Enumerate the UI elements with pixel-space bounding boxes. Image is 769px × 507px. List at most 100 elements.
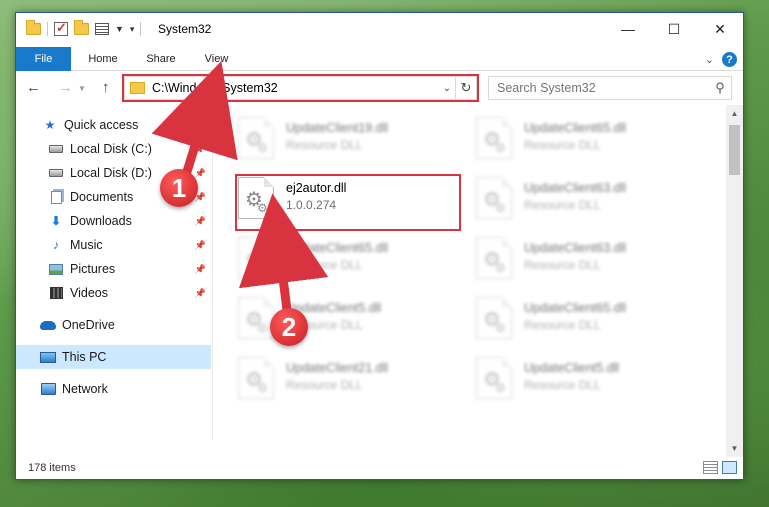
file-name: UpdateClient21.dll bbox=[286, 361, 389, 375]
file-name: UpdateClient63.dll bbox=[524, 181, 627, 195]
pin-icon[interactable]: 📌 bbox=[195, 168, 206, 179]
toolbar-overflow-icon[interactable]: ▾ bbox=[130, 24, 135, 35]
pin-icon[interactable]: 📌 bbox=[195, 264, 206, 275]
item-count: 178 items bbox=[28, 462, 76, 474]
file-item[interactable]: ⚙ ⚙ UpdateClient65.dll Resource DLL bbox=[476, 295, 706, 350]
tab-view[interactable]: View bbox=[194, 47, 239, 71]
dll-file-icon: ⚙ ⚙ bbox=[476, 117, 512, 159]
file-description: Resource DLL bbox=[524, 318, 601, 332]
file-name: UpdateClient65.dll bbox=[524, 121, 627, 135]
sidebar-item-label: Pictures bbox=[70, 262, 116, 276]
sidebar-item-label: Network bbox=[62, 382, 108, 396]
music-icon: ♪ bbox=[53, 238, 59, 252]
drive-icon bbox=[48, 166, 64, 180]
maximize-button[interactable]: ☐ bbox=[651, 13, 697, 45]
toolbar-divider bbox=[140, 22, 142, 36]
customize-toolbar-chevron-icon[interactable]: ▼ bbox=[115, 24, 124, 34]
tab-home[interactable]: Home bbox=[78, 47, 128, 71]
back-arrow-icon[interactable]: ← bbox=[26, 79, 41, 96]
onedrive-icon bbox=[40, 318, 56, 332]
documents-icon bbox=[48, 190, 64, 204]
sidebar-item-videos[interactable]: Videos 📌 bbox=[16, 281, 211, 305]
sidebar-item-label: Downloads bbox=[70, 214, 132, 228]
quick-access-toolbar: ▼ ▾ bbox=[26, 20, 142, 36]
dll-file-icon: ⚙ ⚙ bbox=[238, 117, 274, 159]
window-title: System32 bbox=[158, 22, 212, 36]
search-box[interactable]: ⚲ bbox=[488, 76, 732, 100]
tiles-view-icon[interactable] bbox=[722, 461, 737, 474]
sidebar-item-label: Music bbox=[70, 238, 103, 252]
sidebar-item-local-disk-c[interactable]: Local Disk (C:) 📌 bbox=[16, 137, 211, 161]
pin-icon[interactable]: 📌 bbox=[195, 216, 206, 227]
tab-file[interactable]: File bbox=[16, 47, 71, 71]
this-pc-icon bbox=[40, 350, 56, 364]
sidebar-item-quick-access[interactable]: ★ Quick access bbox=[16, 113, 211, 137]
sidebar-item-label: OneDrive bbox=[62, 318, 115, 332]
downloads-icon: ⬇ bbox=[50, 214, 62, 228]
dll-file-icon: ⚙ ⚙ bbox=[476, 297, 512, 339]
window-controls: — ☐ ✕ bbox=[605, 13, 743, 45]
sidebar-item-label: Documents bbox=[70, 190, 134, 204]
sidebar-item-this-pc[interactable]: This PC bbox=[16, 345, 211, 369]
properties-check-icon[interactable] bbox=[54, 20, 68, 36]
file-name: UpdateClient65.dll bbox=[286, 241, 389, 255]
network-icon bbox=[40, 382, 56, 396]
dll-file-icon: ⚙ ⚙ bbox=[238, 297, 274, 339]
tab-share[interactable]: Share bbox=[136, 47, 186, 71]
properties-list-icon[interactable] bbox=[95, 23, 109, 35]
scrollbar-thumb[interactable] bbox=[729, 125, 740, 175]
sidebar-item-network[interactable]: Network bbox=[16, 377, 211, 401]
sidebar-item-pictures[interactable]: Pictures 📌 bbox=[16, 257, 211, 281]
view-toggle bbox=[703, 461, 737, 474]
close-button[interactable]: ✕ bbox=[697, 13, 743, 45]
scroll-down-arrow-icon[interactable]: ▼ bbox=[726, 440, 743, 457]
file-item[interactable]: ⚙ ⚙ UpdateClient63.dll Resource DLL bbox=[476, 175, 706, 230]
sidebar-item-downloads[interactable]: ⬇ Downloads 📌 bbox=[16, 209, 211, 233]
quick-access-star-icon: ★ bbox=[44, 118, 56, 132]
details-view-icon[interactable] bbox=[703, 461, 718, 474]
sidebar-item-label: Local Disk (C:) bbox=[70, 142, 152, 156]
navigation-bar: ← → ▼ ↑ C:\Windows\System32 ⌄ ↻ ⚲ bbox=[16, 71, 743, 105]
file-item[interactable]: ⚙ ⚙ UpdateClient19.dll Resource DLL bbox=[238, 115, 468, 170]
forward-arrow-icon[interactable]: → bbox=[58, 79, 73, 96]
file-item[interactable]: ⚙ ⚙ UpdateClient65.dll Resource DLL bbox=[238, 235, 468, 290]
file-name: UpdateClient5.dll bbox=[524, 361, 620, 375]
pictures-icon bbox=[48, 262, 64, 276]
file-item[interactable]: ⚙ ⚙ UpdateClient63.dll Resource DLL bbox=[476, 235, 706, 290]
dll-file-icon: ⚙ ⚙ bbox=[238, 237, 274, 279]
file-list: ⚙ ⚙ UpdateClient19.dll Resource DLL ⚙ ⚙ Upd… bbox=[216, 113, 726, 458]
new-folder-icon[interactable] bbox=[74, 20, 89, 35]
dll-file-icon: ⚙ ⚙ bbox=[476, 357, 512, 399]
drive-icon bbox=[48, 142, 64, 156]
pane-divider[interactable] bbox=[212, 105, 213, 440]
scroll-up-arrow-icon[interactable]: ▲ bbox=[726, 105, 743, 122]
file-description: Resource DLL bbox=[524, 138, 601, 152]
file-description: Resource DLL bbox=[286, 138, 363, 152]
file-item[interactable]: ⚙ ⚙ UpdateClient65.dll Resource DLL bbox=[476, 115, 706, 170]
minimize-button[interactable]: — bbox=[605, 13, 651, 45]
file-item[interactable]: ⚙ ⚙ UpdateClient5.dll Resource DLL bbox=[476, 355, 706, 410]
title-bar: ▼ ▾ System32 — ☐ ✕ bbox=[16, 13, 743, 47]
file-item[interactable]: ⚙ ⚙ UpdateClient21.dll Resource DLL bbox=[238, 355, 468, 410]
sidebar-item-music[interactable]: ♪ Music 📌 bbox=[16, 233, 211, 257]
file-description: Resource DLL bbox=[524, 258, 601, 272]
vertical-scrollbar[interactable]: ▲ ▼ bbox=[726, 105, 743, 457]
step-2-badge: 2 bbox=[270, 308, 308, 346]
file-name: UpdateClient63.dll bbox=[524, 241, 627, 255]
expand-ribbon-chevron-icon[interactable]: ⌄ bbox=[705, 53, 714, 66]
pin-icon[interactable]: 📌 bbox=[195, 288, 206, 299]
search-input[interactable] bbox=[497, 81, 709, 95]
pin-icon[interactable]: 📌 bbox=[195, 240, 206, 251]
file-description: Resource DLL bbox=[286, 258, 363, 272]
recent-locations-chevron-icon[interactable]: ▼ bbox=[78, 84, 86, 93]
pin-icon[interactable]: 📌 bbox=[195, 144, 206, 155]
sidebar-item-label: Quick access bbox=[64, 118, 139, 132]
help-icon[interactable]: ? bbox=[722, 52, 737, 67]
navigation-pane: ★ Quick access Local Disk (C:) 📌 Local D… bbox=[16, 113, 211, 453]
file-description: Resource DLL bbox=[286, 378, 363, 392]
up-arrow-icon[interactable]: ↑ bbox=[102, 79, 110, 96]
file-name: UpdateClient19.dll bbox=[286, 121, 389, 135]
search-icon[interactable]: ⚲ bbox=[709, 80, 731, 96]
sidebar-item-onedrive[interactable]: OneDrive bbox=[16, 313, 211, 337]
explorer-window: ▼ ▾ System32 — ☐ ✕ File Home Share View … bbox=[15, 12, 744, 480]
